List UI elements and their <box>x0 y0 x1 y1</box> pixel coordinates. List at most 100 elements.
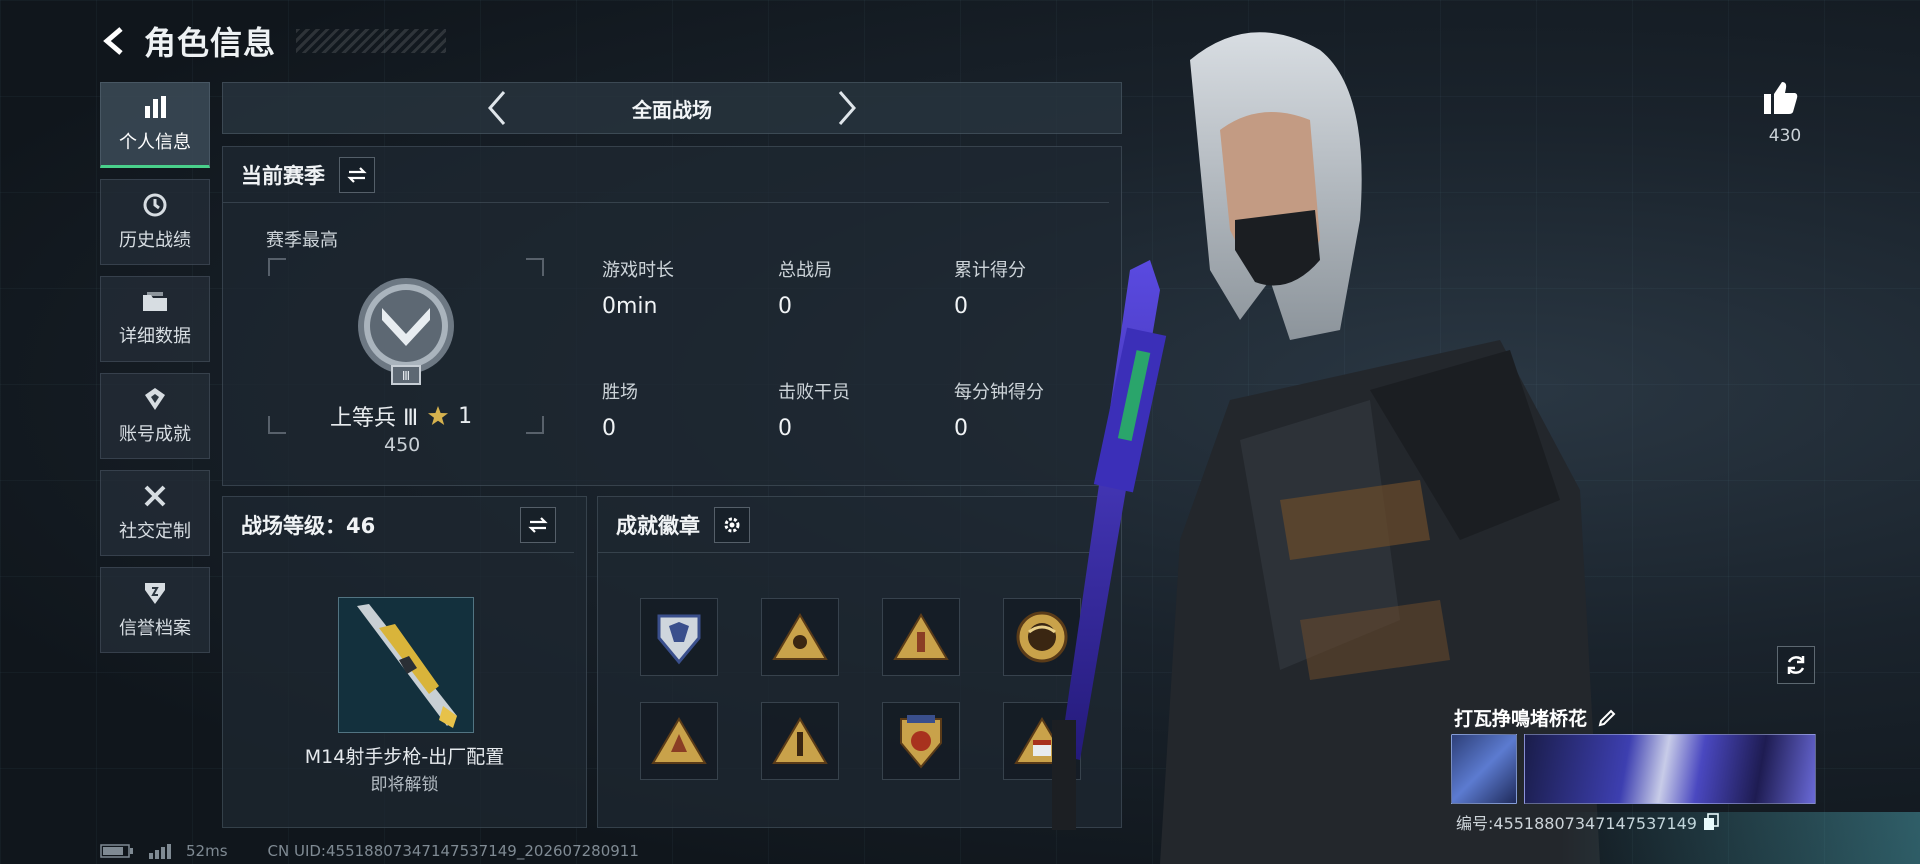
triangle-badge-icon <box>772 717 828 764</box>
stat-label: 每分钟得分 <box>954 382 1044 403</box>
title-decoration <box>296 29 447 53</box>
player-name: 打瓦挣鳴堵桥花 <box>1454 708 1588 730</box>
gear-icon <box>724 517 740 532</box>
achievements-settings-button[interactable] <box>714 506 750 543</box>
uid-text: CN UID:4551880734714753714​9_20260728091… <box>267 842 639 860</box>
achievement-badge[interactable] <box>640 598 718 676</box>
sidebar-item-label: 社交定制 <box>119 521 191 542</box>
stat-kills: 击败干员 0 <box>778 378 850 441</box>
stat-total-matches: 总战局 0 <box>778 256 832 319</box>
stat-value: 0min <box>602 294 658 319</box>
sidebar-item-achievements[interactable]: 账号成就 <box>100 373 210 459</box>
player-name-row: 打瓦挣鳴堵桥花 <box>1454 704 1617 731</box>
stat-total-score: 累计得分 0 <box>954 256 1026 319</box>
history-icon <box>143 193 167 217</box>
sidebar-item-reputation[interactable]: 信誉档案 <box>100 567 210 653</box>
like-count: 430 <box>1768 126 1802 146</box>
stat-label: 胜场 <box>602 382 638 403</box>
weapon-status: 即将解锁 <box>370 775 439 795</box>
thumbs-up-icon <box>1764 82 1798 114</box>
sidebar-item-history[interactable]: 历史战绩 <box>100 179 210 265</box>
sidebar-item-label: 历史战绩 <box>119 230 191 251</box>
ping-value: 52ms <box>186 842 228 860</box>
season-header: 当前赛季 <box>223 147 1109 203</box>
next-mode-button[interactable] <box>822 83 872 133</box>
weapon-image[interactable] <box>338 597 474 733</box>
svg-text:Ⅲ: Ⅲ <box>402 369 410 383</box>
back-button[interactable] <box>100 26 130 56</box>
sidebar-item-label: 详细数据 <box>119 326 191 347</box>
page-header: 角色信息 <box>100 18 447 64</box>
stat-play-time: 游戏时长 0min <box>602 256 674 319</box>
rank-name: 上等兵 Ⅲ <box>330 406 419 431</box>
stat-value: 0 <box>602 416 616 441</box>
prev-mode-button[interactable] <box>472 83 522 133</box>
stat-value: 0 <box>778 416 792 441</box>
swap-icon <box>528 516 548 533</box>
sidebar-item-social[interactable]: 社交定制 <box>100 470 210 556</box>
sidebar-item-label: 信誉档案 <box>119 618 191 639</box>
achievement-badge[interactable] <box>761 598 839 676</box>
rifle-icon <box>357 604 457 728</box>
stat-value: 0 <box>778 294 792 319</box>
folder-icon <box>143 292 167 311</box>
back-arrow-icon <box>103 27 123 55</box>
triangle-badge-icon <box>772 613 828 660</box>
stat-label: 总战局 <box>778 260 832 281</box>
floor-glow <box>1560 812 1920 864</box>
refresh-button[interactable] <box>1777 646 1815 684</box>
chevron-left-icon <box>488 91 506 125</box>
like-button[interactable] <box>1760 80 1810 120</box>
achievements-header: 成就徽章 <box>598 497 1109 553</box>
star-icon <box>428 406 449 425</box>
avatar-frame[interactable] <box>1451 734 1517 804</box>
page-title: 角色信息 <box>144 24 277 62</box>
triangle-badge-icon <box>651 717 707 764</box>
season-switch-button[interactable] <box>339 156 375 193</box>
achievement-badge[interactable] <box>882 702 960 780</box>
stat-value: 0 <box>954 294 968 319</box>
signal-icon <box>149 844 171 859</box>
rank-points: 450 <box>384 434 421 456</box>
season-best-label: 赛季最高 <box>266 230 338 251</box>
stat-label: 累计得分 <box>954 260 1026 281</box>
shield-icon <box>145 583 165 604</box>
battlefield-header: 战场等级：46 <box>223 497 574 553</box>
sidebar-item-label: 个人信息 <box>119 132 191 153</box>
achievement-badge[interactable] <box>640 702 718 780</box>
sidebar: 个人信息 历史战绩 详细数据 账号成就 社交定制 信誉档案 <box>100 82 210 664</box>
rank-emblem-icon: Ⅲ <box>358 278 454 385</box>
refresh-icon <box>1787 656 1805 674</box>
swap-icon <box>347 166 367 183</box>
rank-stars: 1 <box>458 403 473 429</box>
edit-icon[interactable] <box>1597 708 1617 728</box>
mode-title: 全面战场 <box>632 97 712 122</box>
weapon-switch-button[interactable] <box>520 506 556 543</box>
achievement-badge[interactable] <box>761 702 839 780</box>
weapon-name: M14射手步枪-出厂配置 <box>304 746 505 768</box>
achievement-badge[interactable] <box>882 598 960 676</box>
stat-value: 0 <box>954 416 968 441</box>
battlefield-level-title: 战场等级：46 <box>241 513 376 538</box>
stat-score-per-minute: 每分钟得分 0 <box>954 378 1044 441</box>
sidebar-item-detailed-data[interactable]: 详细数据 <box>100 276 210 362</box>
stat-label: 击败干员 <box>778 382 850 403</box>
triangle-badge-icon <box>893 613 949 660</box>
rank-name-row: 上等兵 Ⅲ 1 <box>330 400 472 432</box>
stat-wins: 胜场 0 <box>602 378 638 441</box>
shield-badge-icon <box>657 614 701 665</box>
status-bar: 52ms CN UID:4551880734714753714​9_202607… <box>100 842 639 860</box>
bar-chart-icon <box>145 96 166 118</box>
season-title: 当前赛季 <box>241 163 325 188</box>
sidebar-item-label: 账号成就 <box>119 424 191 445</box>
achievement-icon <box>145 388 165 410</box>
chevron-right-icon <box>838 91 856 125</box>
stat-label: 游戏时长 <box>602 260 674 281</box>
mode-switcher: 全面战场 <box>222 82 1122 134</box>
name-card-banner[interactable] <box>1524 734 1816 804</box>
tools-icon <box>144 485 166 507</box>
achievements-title: 成就徽章 <box>616 513 700 538</box>
sidebar-item-personal-info[interactable]: 个人信息 <box>100 82 210 168</box>
battery-icon <box>100 844 133 858</box>
crest-badge-icon <box>900 715 942 769</box>
